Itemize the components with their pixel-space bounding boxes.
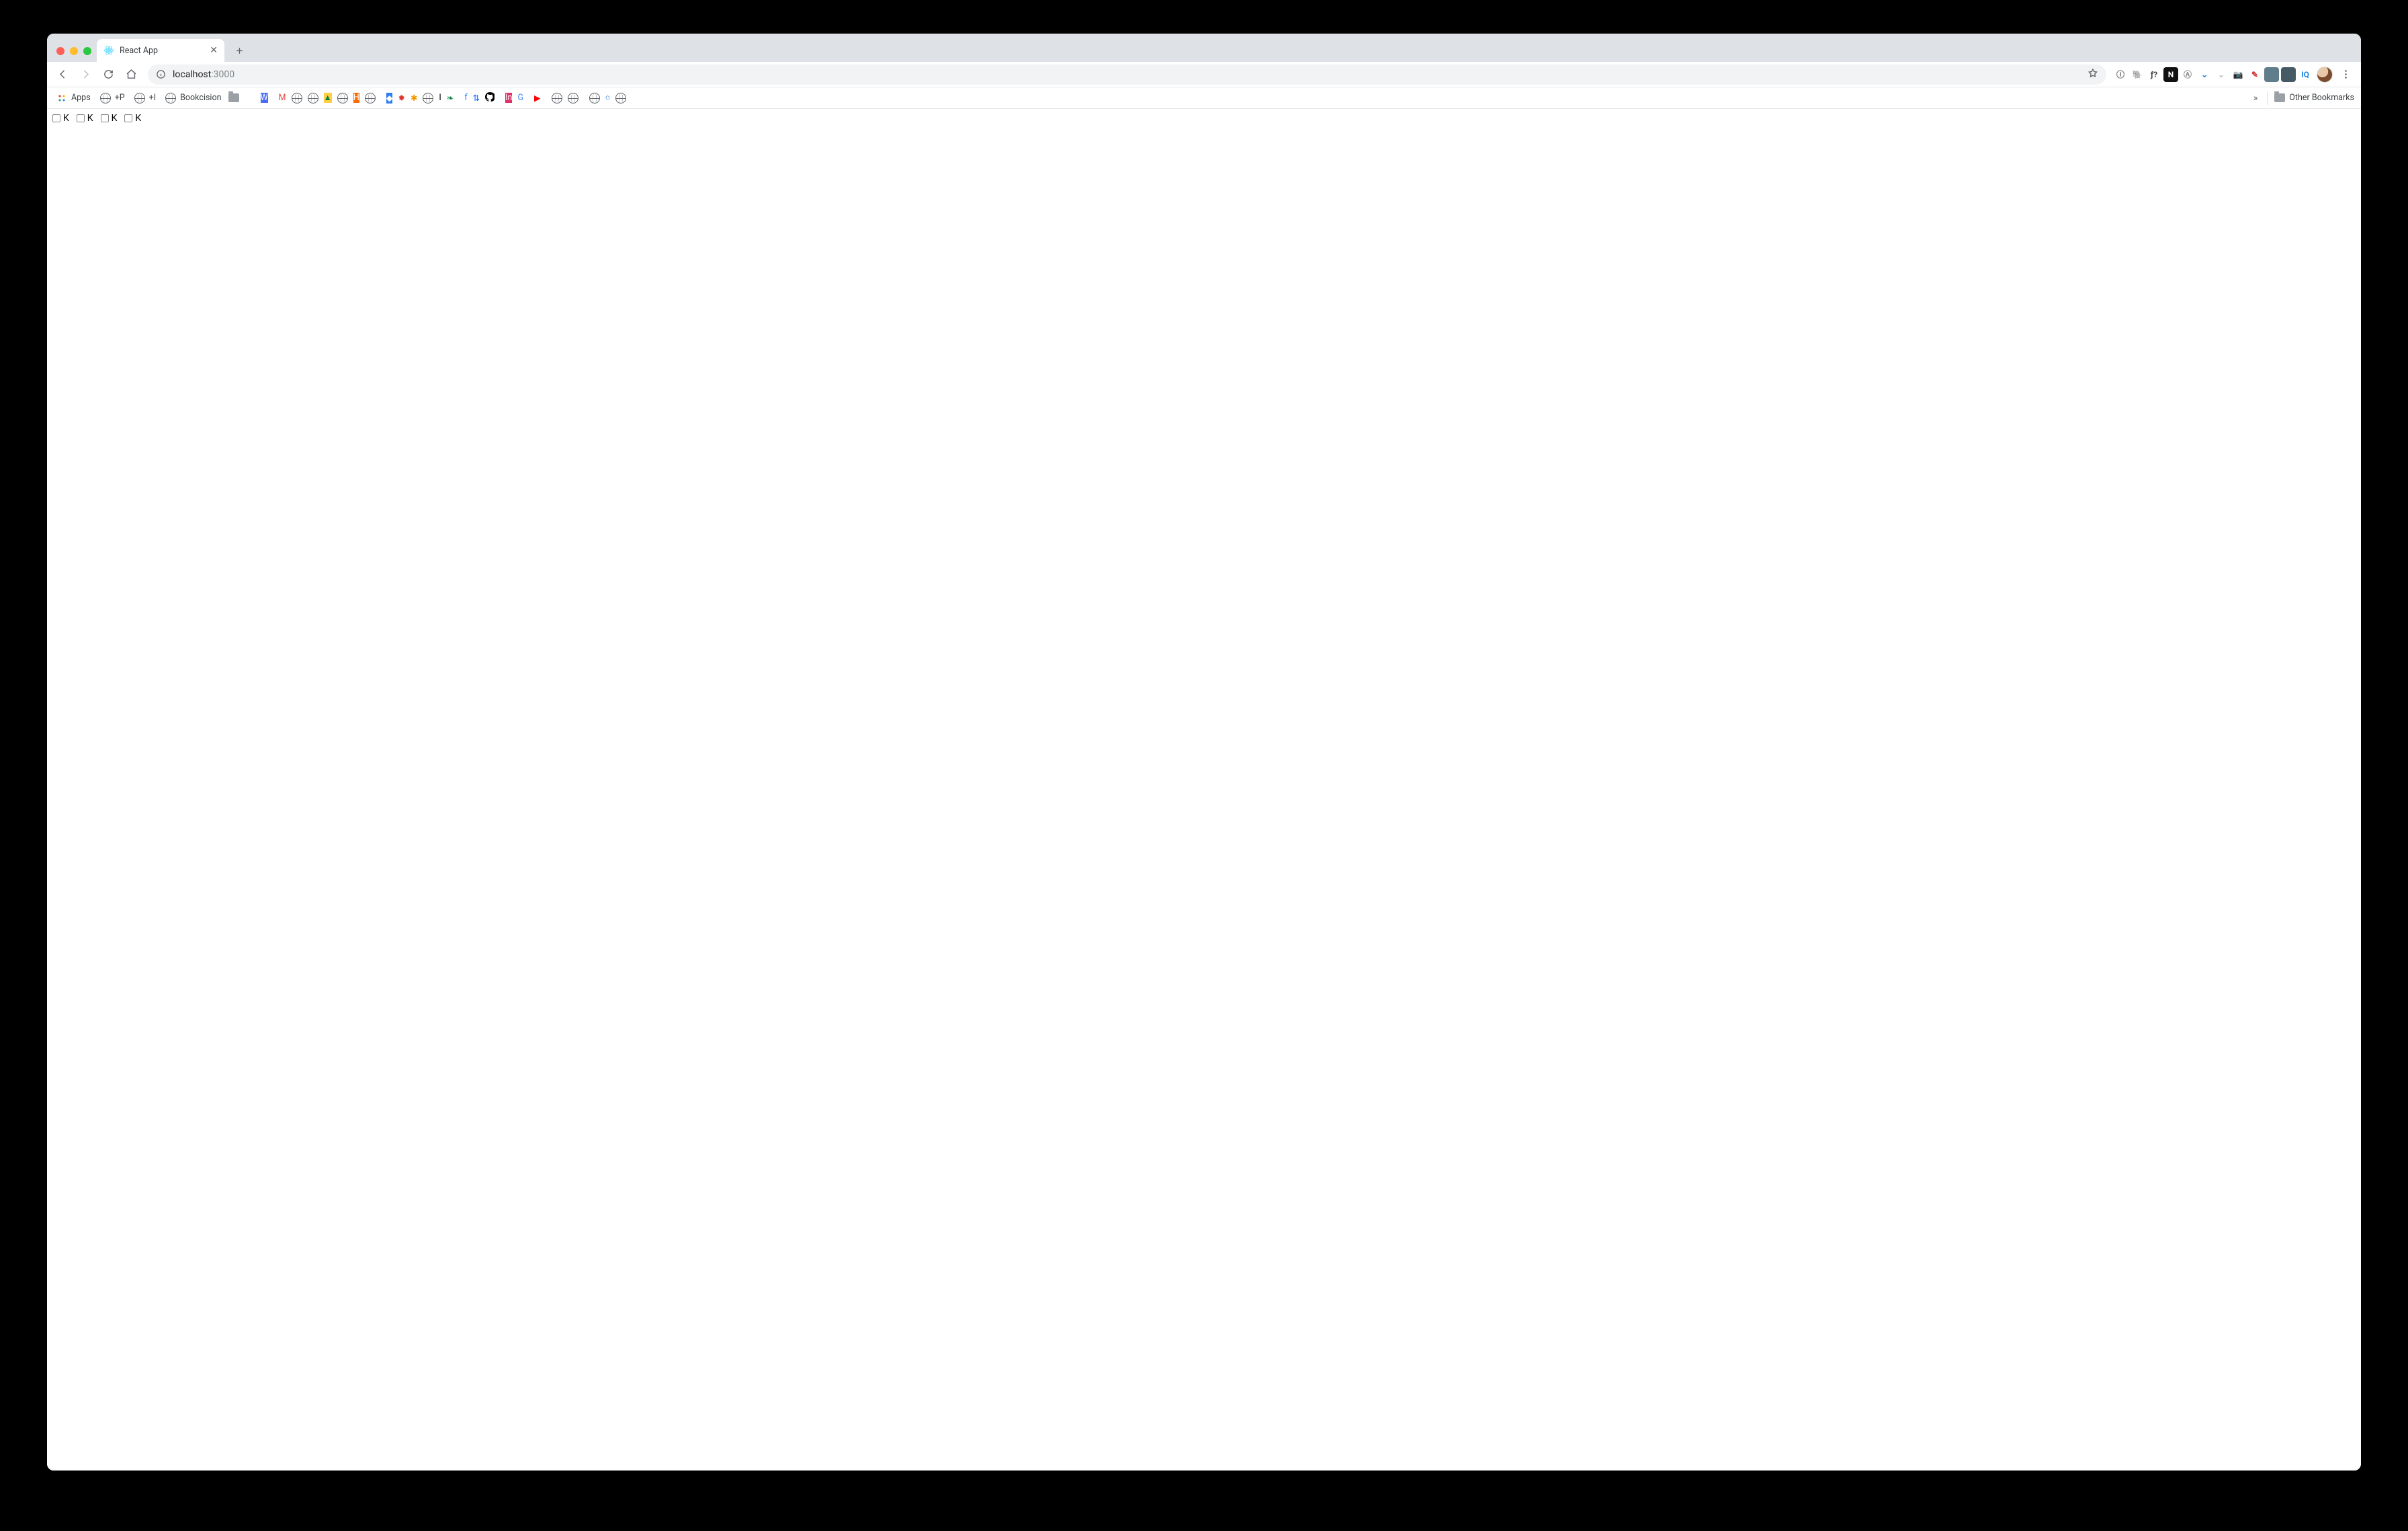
- folder-icon: [2274, 93, 2285, 102]
- extension-icon[interactable]: ✎: [2247, 67, 2262, 82]
- extension-icon[interactable]: [2281, 67, 2296, 82]
- bookmark-favicon[interactable]: M: [279, 93, 286, 103]
- window-controls: [54, 47, 97, 62]
- chrome-menu-button[interactable]: [2335, 65, 2356, 85]
- bookmark-favicon[interactable]: ▲: [324, 93, 332, 103]
- other-bookmarks[interactable]: Other Bookmarks: [2274, 93, 2354, 103]
- extensions-row: ⓘ🐘ƒ?NⒶ⌄⌄📷✎IQ: [2113, 67, 2314, 82]
- bookmark-label: +I: [149, 93, 157, 103]
- extension-icon[interactable]: ⌄: [2197, 67, 2212, 82]
- nav-forward-button[interactable]: [75, 65, 95, 85]
- bookmark-text-items: +P +I Bookcision: [97, 91, 224, 106]
- extension-icon[interactable]: 🐘: [2130, 67, 2145, 82]
- bookmark-favicon[interactable]: [615, 93, 626, 104]
- bookmark-item[interactable]: +I: [132, 91, 159, 106]
- bookmark-item[interactable]: Bookcision: [163, 91, 224, 106]
- window-close-button[interactable]: [56, 47, 64, 55]
- react-favicon-icon: [103, 45, 114, 56]
- extension-icon[interactable]: ⌄: [2214, 67, 2229, 82]
- separator: [2267, 91, 2268, 105]
- browser-toolbar: localhost:3000 ⓘ🐘ƒ?NⒶ⌄⌄📷✎IQ: [47, 62, 2361, 87]
- apps-shortcut[interactable]: Apps: [54, 91, 93, 106]
- url-path: :3000: [211, 69, 234, 80]
- content-checkbox[interactable]: [101, 114, 109, 122]
- extension-icon[interactable]: N: [2163, 67, 2178, 82]
- content-checkbox-label: K: [87, 113, 93, 124]
- content-checkbox[interactable]: [52, 114, 60, 122]
- bookmark-favicon[interactable]: W: [261, 93, 268, 103]
- content-checkbox[interactable]: [124, 114, 132, 122]
- checkbox-row: KKKK: [52, 113, 2356, 124]
- bookmark-star-icon[interactable]: [2088, 68, 2098, 81]
- browser-window: React App ✕ localhost:3000: [47, 34, 2361, 1471]
- tab-strip: React App ✕: [47, 34, 2361, 62]
- window-minimize-button[interactable]: [70, 47, 78, 55]
- content-checkbox-label: K: [63, 113, 69, 124]
- content-checkbox[interactable]: [77, 114, 85, 122]
- bookmark-favicon[interactable]: [552, 93, 562, 104]
- url-text: localhost:3000: [173, 69, 2081, 80]
- url-host: localhost: [173, 69, 211, 80]
- bookmark-favicon[interactable]: ○: [605, 93, 611, 103]
- bookmark-item[interactable]: +P: [97, 91, 128, 106]
- bookmark-favicon[interactable]: I: [439, 93, 441, 103]
- globe-icon: [165, 93, 176, 104]
- bookmark-favicon[interactable]: [228, 93, 239, 102]
- extension-icon[interactable]: ⓘ: [2113, 67, 2128, 82]
- bookmark-favicon[interactable]: [365, 93, 376, 104]
- extension-icon[interactable]: Ⓐ: [2180, 67, 2195, 82]
- bookmark-favicon[interactable]: [485, 92, 494, 104]
- bookmark-favicon[interactable]: [568, 93, 578, 104]
- bookmark-favicon[interactable]: [308, 93, 318, 104]
- bookmark-favicon[interactable]: [337, 93, 348, 104]
- apps-label: Apps: [71, 93, 91, 103]
- window-maximize-button[interactable]: [83, 47, 91, 55]
- bookmark-favicon[interactable]: ◆: [386, 93, 393, 104]
- extension-icon[interactable]: [2264, 67, 2279, 82]
- extension-icon[interactable]: IQ: [2298, 67, 2313, 82]
- bookmark-label: Bookcision: [180, 93, 221, 103]
- tab-close-icon[interactable]: ✕: [210, 46, 218, 55]
- content-checkbox-label: K: [112, 113, 118, 124]
- bookmark-overflow-icon[interactable]: »: [2251, 93, 2261, 104]
- bookmark-label: +P: [115, 93, 125, 103]
- extension-icon[interactable]: ƒ?: [2147, 67, 2161, 82]
- profile-avatar[interactable]: [2317, 67, 2333, 83]
- bookmark-favicon[interactable]: [292, 93, 302, 104]
- other-bookmarks-label: Other Bookmarks: [2289, 93, 2354, 103]
- bookmark-favicon[interactable]: ⇅: [473, 93, 480, 104]
- globe-icon: [100, 93, 111, 104]
- bookmark-favicon[interactable]: G: [517, 93, 523, 103]
- new-tab-button[interactable]: [230, 41, 249, 60]
- bookmark-icon-items: W M ▲ H ◆ ✹ ✱ I ❧ f ⇅ In G ▶ ○: [228, 92, 627, 104]
- bookmark-favicon[interactable]: H: [353, 93, 359, 103]
- globe-icon: [134, 93, 145, 104]
- bookmark-favicon[interactable]: f: [464, 93, 467, 103]
- apps-icon: [56, 93, 67, 104]
- bookmark-favicon[interactable]: [589, 93, 600, 104]
- nav-back-button[interactable]: [52, 65, 73, 85]
- bookmark-favicon[interactable]: ✹: [398, 93, 404, 104]
- tab-title: React App: [120, 46, 204, 56]
- bookmark-favicon[interactable]: In: [505, 93, 512, 103]
- address-bar[interactable]: localhost:3000: [148, 65, 2106, 85]
- content-checkbox-label: K: [135, 113, 141, 124]
- bookmark-favicon[interactable]: [423, 93, 433, 104]
- bookmark-favicon[interactable]: ▶: [534, 93, 541, 104]
- bookmark-favicon[interactable]: ❧: [447, 93, 454, 104]
- home-button[interactable]: [121, 65, 141, 85]
- bookmarks-bar: Apps +P +I Bookcision W M ▲ H ◆ ✹ ✱ I ❧ f ⇅ In G ▶ ○ » O…: [47, 87, 2361, 109]
- bookmark-favicon[interactable]: ✱: [411, 93, 417, 104]
- site-info-icon[interactable]: [156, 69, 166, 79]
- browser-tab[interactable]: React App ✕: [97, 39, 224, 62]
- reload-button[interactable]: [98, 65, 118, 85]
- page-content: KKKK: [47, 109, 2361, 1471]
- extension-icon[interactable]: 📷: [2231, 67, 2245, 82]
